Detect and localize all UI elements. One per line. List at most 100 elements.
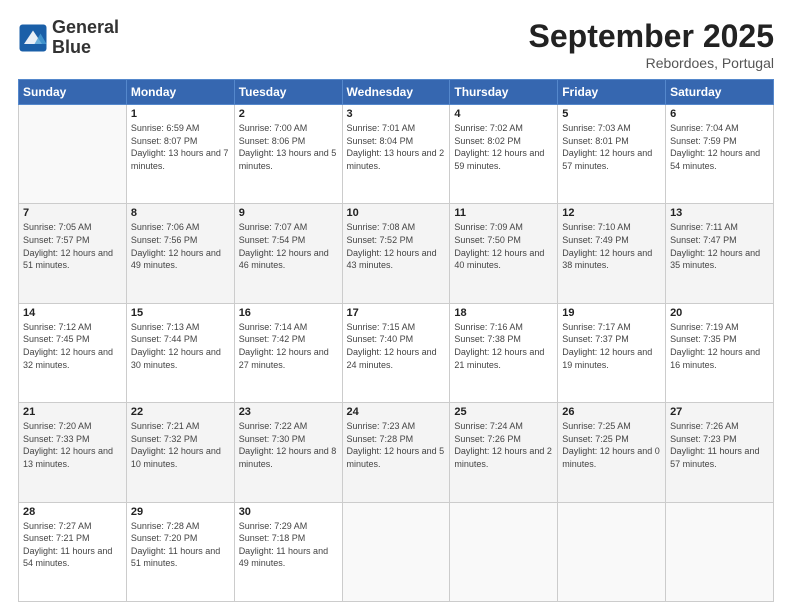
- table-row: 30 Sunrise: 7:29 AM Sunset: 7:18 PM Dayl…: [234, 502, 342, 601]
- cell-date: 30: [239, 506, 338, 518]
- page: General Blue September 2025 Rebordoes, P…: [0, 0, 792, 612]
- cell-info: Sunrise: 7:12 AM Sunset: 7:45 PM Dayligh…: [23, 321, 122, 371]
- table-row: 13 Sunrise: 7:11 AM Sunset: 7:47 PM Dayl…: [666, 204, 774, 303]
- cell-info: Sunrise: 7:01 AM Sunset: 8:04 PM Dayligh…: [347, 122, 446, 172]
- table-row: 24 Sunrise: 7:23 AM Sunset: 7:28 PM Dayl…: [342, 403, 450, 502]
- cell-info: Sunrise: 7:08 AM Sunset: 7:52 PM Dayligh…: [347, 221, 446, 271]
- header-friday: Friday: [558, 80, 666, 105]
- table-row: 17 Sunrise: 7:15 AM Sunset: 7:40 PM Dayl…: [342, 303, 450, 402]
- cell-date: 11: [454, 207, 553, 219]
- calendar-week-row: 7 Sunrise: 7:05 AM Sunset: 7:57 PM Dayli…: [19, 204, 774, 303]
- table-row: 10 Sunrise: 7:08 AM Sunset: 7:52 PM Dayl…: [342, 204, 450, 303]
- calendar-subtitle: Rebordoes, Portugal: [529, 55, 774, 71]
- cell-date: 19: [562, 307, 661, 319]
- logo-line1: General: [52, 18, 119, 38]
- cell-date: 25: [454, 406, 553, 418]
- calendar-week-row: 21 Sunrise: 7:20 AM Sunset: 7:33 PM Dayl…: [19, 403, 774, 502]
- header-thursday: Thursday: [450, 80, 558, 105]
- cell-date: 22: [131, 406, 230, 418]
- cell-info: Sunrise: 7:10 AM Sunset: 7:49 PM Dayligh…: [562, 221, 661, 271]
- cell-date: 27: [670, 406, 769, 418]
- cell-date: 15: [131, 307, 230, 319]
- table-row: [666, 502, 774, 601]
- cell-info: Sunrise: 7:11 AM Sunset: 7:47 PM Dayligh…: [670, 221, 769, 271]
- cell-date: 8: [131, 207, 230, 219]
- cell-date: 12: [562, 207, 661, 219]
- table-row: 18 Sunrise: 7:16 AM Sunset: 7:38 PM Dayl…: [450, 303, 558, 402]
- logo-icon: [18, 23, 48, 53]
- table-row: [342, 502, 450, 601]
- cell-info: Sunrise: 7:26 AM Sunset: 7:23 PM Dayligh…: [670, 420, 769, 470]
- header: General Blue September 2025 Rebordoes, P…: [18, 18, 774, 71]
- cell-info: Sunrise: 7:21 AM Sunset: 7:32 PM Dayligh…: [131, 420, 230, 470]
- table-row: [558, 502, 666, 601]
- weekday-header-row: Sunday Monday Tuesday Wednesday Thursday…: [19, 80, 774, 105]
- logo-text: General Blue: [52, 18, 119, 58]
- logo-line2: Blue: [52, 38, 119, 58]
- cell-date: 4: [454, 108, 553, 120]
- cell-date: 10: [347, 207, 446, 219]
- cell-info: Sunrise: 7:00 AM Sunset: 8:06 PM Dayligh…: [239, 122, 338, 172]
- cell-info: Sunrise: 7:29 AM Sunset: 7:18 PM Dayligh…: [239, 520, 338, 570]
- cell-info: Sunrise: 7:15 AM Sunset: 7:40 PM Dayligh…: [347, 321, 446, 371]
- cell-info: Sunrise: 7:27 AM Sunset: 7:21 PM Dayligh…: [23, 520, 122, 570]
- cell-info: Sunrise: 7:25 AM Sunset: 7:25 PM Dayligh…: [562, 420, 661, 470]
- cell-info: Sunrise: 7:05 AM Sunset: 7:57 PM Dayligh…: [23, 221, 122, 271]
- cell-date: 6: [670, 108, 769, 120]
- table-row: 19 Sunrise: 7:17 AM Sunset: 7:37 PM Dayl…: [558, 303, 666, 402]
- table-row: 27 Sunrise: 7:26 AM Sunset: 7:23 PM Dayl…: [666, 403, 774, 502]
- table-row: 7 Sunrise: 7:05 AM Sunset: 7:57 PM Dayli…: [19, 204, 127, 303]
- table-row: 2 Sunrise: 7:00 AM Sunset: 8:06 PM Dayli…: [234, 105, 342, 204]
- cell-date: 18: [454, 307, 553, 319]
- cell-date: 1: [131, 108, 230, 120]
- table-row: 6 Sunrise: 7:04 AM Sunset: 7:59 PM Dayli…: [666, 105, 774, 204]
- table-row: 16 Sunrise: 7:14 AM Sunset: 7:42 PM Dayl…: [234, 303, 342, 402]
- table-row: 20 Sunrise: 7:19 AM Sunset: 7:35 PM Dayl…: [666, 303, 774, 402]
- cell-info: Sunrise: 7:14 AM Sunset: 7:42 PM Dayligh…: [239, 321, 338, 371]
- cell-info: Sunrise: 7:02 AM Sunset: 8:02 PM Dayligh…: [454, 122, 553, 172]
- cell-date: 7: [23, 207, 122, 219]
- cell-date: 2: [239, 108, 338, 120]
- cell-info: Sunrise: 7:03 AM Sunset: 8:01 PM Dayligh…: [562, 122, 661, 172]
- calendar-table: Sunday Monday Tuesday Wednesday Thursday…: [18, 79, 774, 602]
- cell-date: 26: [562, 406, 661, 418]
- table-row: [19, 105, 127, 204]
- cell-info: Sunrise: 7:24 AM Sunset: 7:26 PM Dayligh…: [454, 420, 553, 470]
- calendar-week-row: 1 Sunrise: 6:59 AM Sunset: 8:07 PM Dayli…: [19, 105, 774, 204]
- table-row: 1 Sunrise: 6:59 AM Sunset: 8:07 PM Dayli…: [126, 105, 234, 204]
- cell-info: Sunrise: 6:59 AM Sunset: 8:07 PM Dayligh…: [131, 122, 230, 172]
- calendar-title: September 2025: [529, 18, 774, 55]
- header-monday: Monday: [126, 80, 234, 105]
- table-row: 14 Sunrise: 7:12 AM Sunset: 7:45 PM Dayl…: [19, 303, 127, 402]
- cell-date: 13: [670, 207, 769, 219]
- table-row: 8 Sunrise: 7:06 AM Sunset: 7:56 PM Dayli…: [126, 204, 234, 303]
- cell-date: 17: [347, 307, 446, 319]
- title-block: September 2025 Rebordoes, Portugal: [529, 18, 774, 71]
- header-tuesday: Tuesday: [234, 80, 342, 105]
- table-row: 22 Sunrise: 7:21 AM Sunset: 7:32 PM Dayl…: [126, 403, 234, 502]
- cell-date: 21: [23, 406, 122, 418]
- cell-info: Sunrise: 7:23 AM Sunset: 7:28 PM Dayligh…: [347, 420, 446, 470]
- table-row: 12 Sunrise: 7:10 AM Sunset: 7:49 PM Dayl…: [558, 204, 666, 303]
- table-row: [450, 502, 558, 601]
- cell-info: Sunrise: 7:19 AM Sunset: 7:35 PM Dayligh…: [670, 321, 769, 371]
- table-row: 9 Sunrise: 7:07 AM Sunset: 7:54 PM Dayli…: [234, 204, 342, 303]
- table-row: 21 Sunrise: 7:20 AM Sunset: 7:33 PM Dayl…: [19, 403, 127, 502]
- cell-date: 20: [670, 307, 769, 319]
- table-row: 25 Sunrise: 7:24 AM Sunset: 7:26 PM Dayl…: [450, 403, 558, 502]
- cell-date: 28: [23, 506, 122, 518]
- cell-info: Sunrise: 7:09 AM Sunset: 7:50 PM Dayligh…: [454, 221, 553, 271]
- table-row: 3 Sunrise: 7:01 AM Sunset: 8:04 PM Dayli…: [342, 105, 450, 204]
- header-wednesday: Wednesday: [342, 80, 450, 105]
- cell-info: Sunrise: 7:28 AM Sunset: 7:20 PM Dayligh…: [131, 520, 230, 570]
- table-row: 26 Sunrise: 7:25 AM Sunset: 7:25 PM Dayl…: [558, 403, 666, 502]
- table-row: 5 Sunrise: 7:03 AM Sunset: 8:01 PM Dayli…: [558, 105, 666, 204]
- table-row: 28 Sunrise: 7:27 AM Sunset: 7:21 PM Dayl…: [19, 502, 127, 601]
- cell-info: Sunrise: 7:17 AM Sunset: 7:37 PM Dayligh…: [562, 321, 661, 371]
- table-row: 23 Sunrise: 7:22 AM Sunset: 7:30 PM Dayl…: [234, 403, 342, 502]
- cell-info: Sunrise: 7:22 AM Sunset: 7:30 PM Dayligh…: [239, 420, 338, 470]
- cell-date: 24: [347, 406, 446, 418]
- cell-info: Sunrise: 7:04 AM Sunset: 7:59 PM Dayligh…: [670, 122, 769, 172]
- cell-date: 16: [239, 307, 338, 319]
- cell-info: Sunrise: 7:07 AM Sunset: 7:54 PM Dayligh…: [239, 221, 338, 271]
